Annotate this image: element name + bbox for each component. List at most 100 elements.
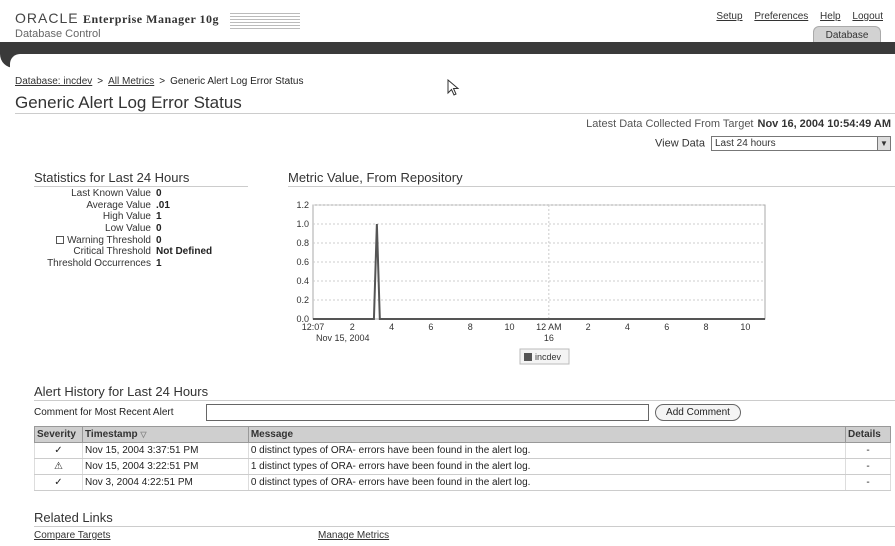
setup-link[interactable]: Setup xyxy=(716,11,742,22)
x-tick-label: 4 xyxy=(625,322,630,332)
legend-swatch xyxy=(524,353,532,361)
column-header-severity[interactable]: Severity xyxy=(34,426,83,443)
tab-bar-curve xyxy=(0,54,30,68)
x-sublabel-date: Nov 15, 2004 xyxy=(316,333,370,343)
breadcrumb-database[interactable]: Database: incdev xyxy=(15,76,92,87)
mouse-cursor-icon xyxy=(447,79,460,96)
comment-input[interactable] xyxy=(206,404,649,421)
alert-timestamp: Nov 15, 2004 3:37:51 PM xyxy=(81,442,249,459)
stat-average: Average Value .01 xyxy=(30,200,212,212)
alert-message: 1 distinct types of ORA- errors have bee… xyxy=(247,458,846,475)
stat-label: Low Value xyxy=(105,223,151,235)
stat-label: Average Value xyxy=(86,199,151,211)
alert-message: 0 distinct types of ORA- errors have bee… xyxy=(247,442,846,459)
y-tick-label: 1.0 xyxy=(296,219,309,229)
column-header-details[interactable]: Details xyxy=(844,426,892,443)
breadcrumb-separator: > xyxy=(159,76,166,87)
related-links-title: Related Links xyxy=(34,510,113,525)
x-tick-label: 2 xyxy=(350,322,355,332)
stat-label: Warning Threshold xyxy=(30,235,151,247)
x-tick-label: 4 xyxy=(389,322,394,332)
table-row: ⚠ Nov 15, 2004 3:22:51 PM 1 distinct typ… xyxy=(34,458,892,475)
alert-message: 0 distinct types of ORA- errors have bee… xyxy=(247,474,846,491)
global-links: Setup Preferences Help Logout xyxy=(707,11,883,22)
view-data-selected: Last 24 hours xyxy=(715,138,776,149)
tab-database[interactable]: Database xyxy=(813,26,881,43)
column-header-message[interactable]: Message xyxy=(247,426,846,443)
y-tick-label: 0.2 xyxy=(296,295,309,305)
column-header-timestamp[interactable]: Timestamp ▽ xyxy=(81,426,249,443)
stat-label: Threshold Occurrences xyxy=(47,258,151,270)
brand-decoration xyxy=(230,13,300,31)
collected-label: Latest Data Collected From Target xyxy=(586,118,754,130)
y-tick-label: 0.8 xyxy=(296,238,309,248)
legend-label: incdev xyxy=(535,352,562,362)
stat-low: Low Value 0 xyxy=(30,223,212,235)
table-row: ✓ Nov 3, 2004 4:22:51 PM 0 distinct type… xyxy=(34,474,892,491)
view-data-select[interactable]: Last 24 hours ▼ xyxy=(711,136,891,151)
view-data: View Data Last 24 hours ▼ xyxy=(655,136,891,151)
alert-details: - xyxy=(844,474,892,491)
view-data-label: View Data xyxy=(655,137,705,150)
x-tick-label: 12 AM xyxy=(536,322,562,332)
alert-timestamp: Nov 15, 2004 3:22:51 PM xyxy=(81,458,249,475)
stat-value: 1 xyxy=(156,211,162,223)
page-title: Generic Alert Log Error Status xyxy=(15,93,242,112)
table-row: ✓ Nov 15, 2004 3:37:51 PM 0 distinct typ… xyxy=(34,442,892,459)
stat-label: High Value xyxy=(102,211,151,223)
x-sublabel-day: 16 xyxy=(544,333,554,343)
stat-warning-threshold: Warning Threshold 0 xyxy=(30,235,212,247)
stat-label-text: Warning Threshold xyxy=(67,234,151,246)
alert-details: - xyxy=(844,458,892,475)
column-header-timestamp-label: Timestamp xyxy=(84,429,138,440)
stat-high: High Value 1 xyxy=(30,211,212,223)
stats-title: Statistics for Last 24 Hours xyxy=(34,170,190,185)
logout-link[interactable]: Logout xyxy=(852,11,883,22)
stat-value: 1 xyxy=(156,258,162,270)
collected-value: Nov 16, 2004 10:54:49 AM xyxy=(757,118,892,130)
related-links-divider xyxy=(34,526,895,527)
stats-divider xyxy=(34,186,248,187)
x-tick-label: 6 xyxy=(428,322,433,332)
breadcrumb-current: Generic Alert Log Error Status xyxy=(170,76,304,87)
alert-timestamp: Nov 3, 2004 4:22:51 PM xyxy=(81,474,249,491)
manage-metrics-link[interactable]: Manage Metrics xyxy=(318,530,389,541)
stat-critical-threshold: Critical Threshold Not Defined xyxy=(30,246,212,258)
tab-bar xyxy=(0,42,895,54)
preferences-link[interactable]: Preferences xyxy=(754,11,808,22)
comment-label: Comment for Most Recent Alert xyxy=(34,407,174,418)
stat-value: Not Defined xyxy=(156,246,213,258)
checkmark-icon: ✓ xyxy=(34,474,83,491)
checkmark-icon: ✓ xyxy=(34,442,83,459)
x-tick-label: 8 xyxy=(704,322,709,332)
y-tick-label: 1.2 xyxy=(296,200,309,210)
x-tick-label: 2 xyxy=(586,322,591,332)
x-tick-label: 12:07 xyxy=(302,322,325,332)
stat-value: 0 xyxy=(156,188,162,199)
add-comment-button[interactable]: Add Comment xyxy=(655,404,741,421)
y-tick-label: 0.6 xyxy=(296,257,309,267)
stats-list: Last Known Value 0 Average Value .01 High … xyxy=(30,188,212,270)
chevron-down-icon[interactable]: ▼ xyxy=(877,137,890,150)
product-subtitle: Database Control xyxy=(15,28,101,40)
help-link[interactable]: Help xyxy=(820,11,841,22)
breadcrumb-all-metrics[interactable]: All Metrics xyxy=(108,76,154,87)
warning-icon: ⚠ xyxy=(34,458,83,475)
x-tick-label: 6 xyxy=(664,322,669,332)
stat-value: 0 xyxy=(156,223,162,235)
breadcrumb: Database: incdev > All Metrics > Generic Ale… xyxy=(15,76,304,87)
stat-label: Last Known Value xyxy=(71,188,151,199)
oracle-logo: ORACLE Enterprise Manager 10g xyxy=(15,10,219,27)
breadcrumb-separator: > xyxy=(97,76,104,87)
metric-chart: 0.00.20.40.60.81.01.212:07 2 4 6 8 10 12 AM 2 4 6… xyxy=(296,200,766,365)
oracle-wordmark: ORACLE xyxy=(15,10,79,26)
compare-targets-link[interactable]: Compare Targets xyxy=(34,530,111,541)
product-name: Enterprise Manager 10g xyxy=(82,12,220,26)
stat-label: Critical Threshold xyxy=(73,246,151,258)
warning-threshold-checkbox[interactable] xyxy=(56,235,65,244)
alert-history-title: Alert History for Last 24 Hours xyxy=(34,384,209,399)
chart-divider xyxy=(288,186,895,187)
stat-value: 0 xyxy=(156,234,162,246)
x-tick-label: 8 xyxy=(468,322,473,332)
alert-details: - xyxy=(844,442,892,459)
